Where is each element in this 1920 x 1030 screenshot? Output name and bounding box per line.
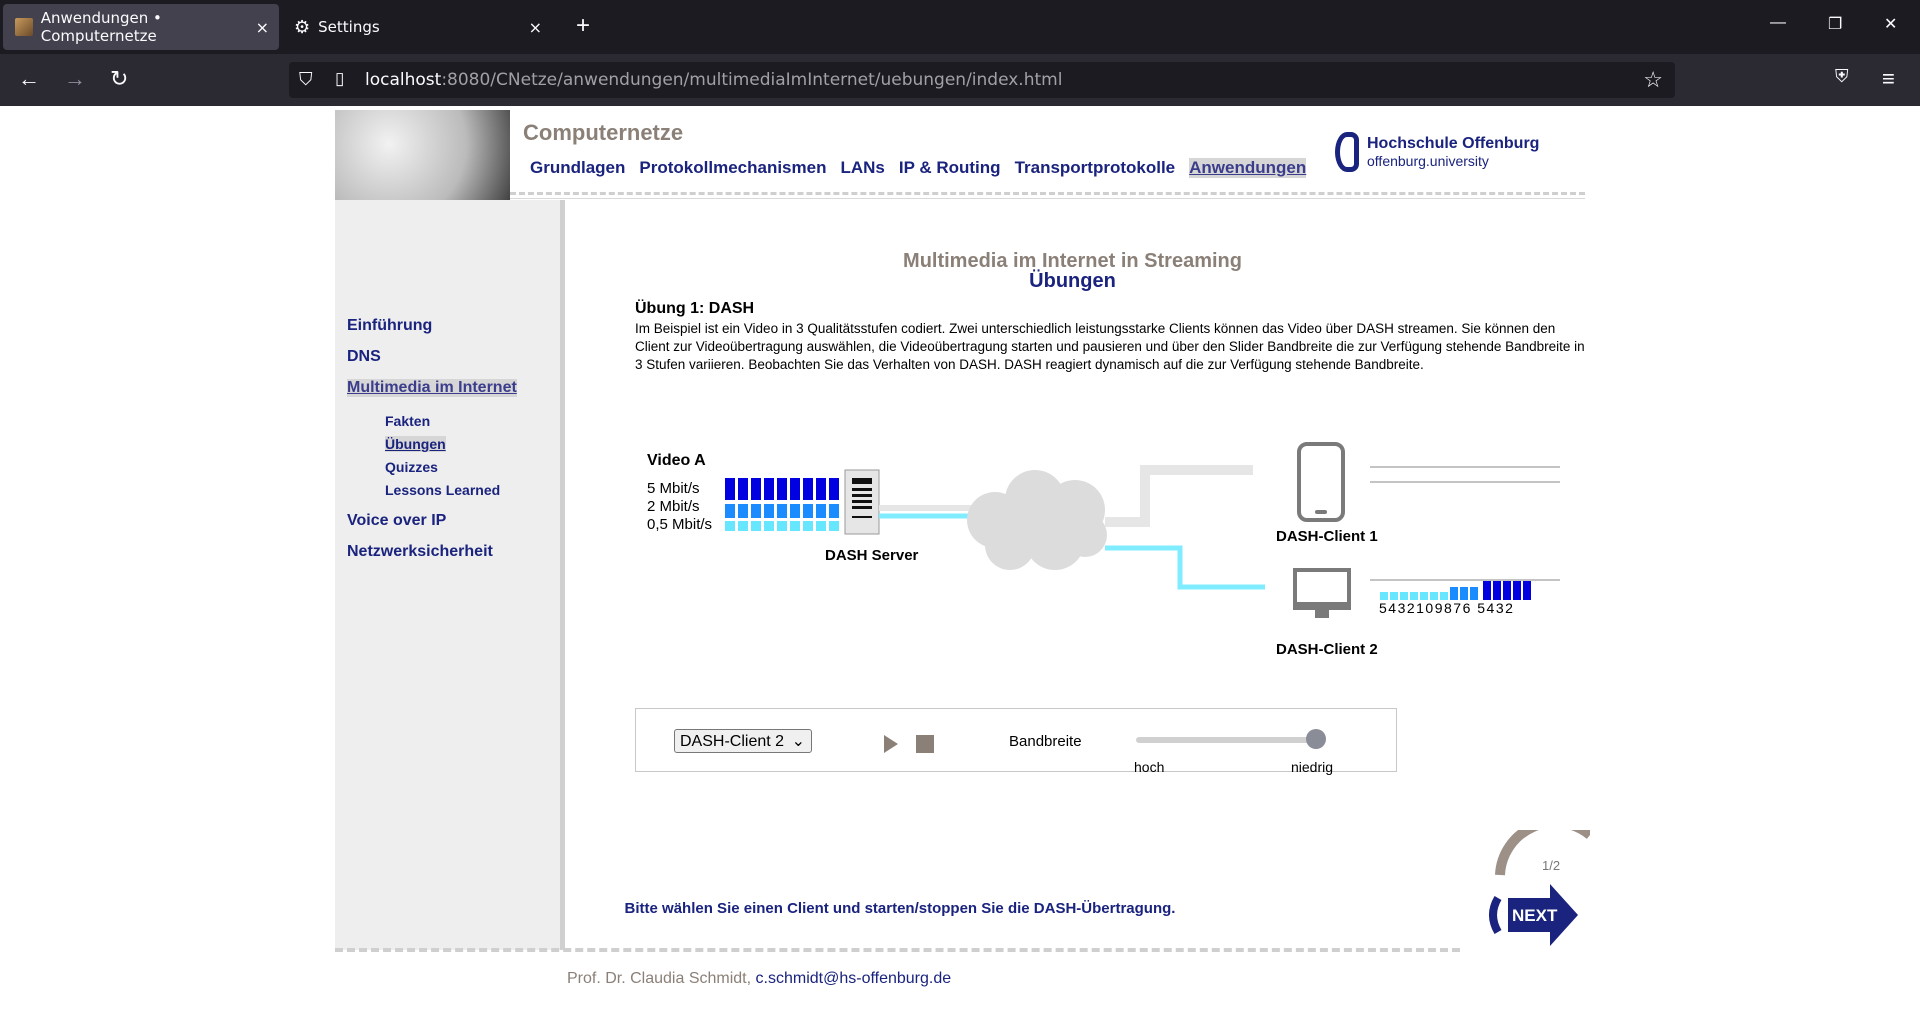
- client2-buffer: [1370, 579, 1560, 600]
- rate-05: 0,5 Mbit/s: [647, 516, 712, 533]
- logo-line1: Hochschule Offenburg: [1367, 135, 1540, 152]
- sidebar-item-multimedia[interactable]: Multimedia im Internet: [347, 379, 517, 397]
- client-select[interactable]: DASH-Client 2 ⌄: [674, 729, 812, 753]
- sidebar-item-dns[interactable]: DNS: [347, 348, 381, 366]
- bookmark-star-icon[interactable]: ☆: [1643, 67, 1663, 93]
- slider-label-hoch: hoch: [1134, 759, 1165, 775]
- sidebar-subitem-uebungen[interactable]: Übungen: [385, 436, 446, 452]
- rate-5: 5 Mbit/s: [647, 480, 700, 497]
- tab-close-icon[interactable]: ×: [256, 18, 269, 37]
- sidebar-subitem-quizzes[interactable]: Quizzes: [385, 459, 438, 475]
- header-divider-thin: [510, 198, 1585, 199]
- site-title: Computernetze: [523, 120, 684, 145]
- url-path: :8080/CNetze/anwendungen/multimediaImInt…: [441, 70, 1063, 90]
- stop-icon[interactable]: [916, 735, 934, 753]
- sidebar-border: [560, 200, 565, 950]
- monitor-icon: [1293, 568, 1351, 618]
- nav-ip-routing[interactable]: IP & Routing: [899, 158, 1001, 178]
- sidebar-item-netzwerksicherheit[interactable]: Netzwerksicherheit: [347, 543, 493, 561]
- address-bar[interactable]: ⛉ ▯ localhost:8080/CNetze/anwendungen/mu…: [289, 62, 1675, 98]
- bandwidth-label: Bandbreite: [1009, 733, 1082, 750]
- url-text[interactable]: localhost:8080/CNetze/anwendungen/multim…: [365, 70, 1062, 90]
- slider-label-niedrig: niedrig: [1291, 759, 1334, 775]
- client1-label: DASH-Client 1: [1276, 528, 1378, 545]
- footer: Prof. Dr. Claudia Schmidt, c.schmidt@hs-…: [567, 970, 951, 988]
- server-label: DASH Server: [825, 547, 919, 564]
- footer-divider: [335, 948, 1460, 952]
- cloud-icon: [967, 470, 1107, 570]
- sidebar: [335, 200, 565, 950]
- segments-5mbit: [725, 478, 839, 500]
- footer-email-link[interactable]: c.schmidt@hs-offenburg.de: [756, 970, 952, 987]
- forward-icon[interactable]: →: [64, 66, 86, 92]
- restore-icon[interactable]: ❐: [1828, 14, 1842, 34]
- close-window-icon[interactable]: ✕: [1884, 14, 1897, 34]
- university-logo[interactable]: Hochschule Offenburg offenburg.universit…: [1335, 132, 1539, 172]
- dash-diagram: Video A 5 Mbit/s 2 Mbit/s 0,5 Mbit/s DAS…: [647, 442, 1560, 658]
- reload-icon[interactable]: ↻: [110, 66, 128, 92]
- exercise-title: Übung 1: DASH: [635, 300, 755, 317]
- nav-grundlagen[interactable]: Grundlagen: [530, 158, 625, 178]
- nav-lans[interactable]: LANs: [840, 158, 884, 178]
- back-icon[interactable]: ←: [18, 66, 40, 92]
- shield-icon[interactable]: ⛉: [299, 69, 313, 90]
- segments-2mbit: [725, 504, 839, 518]
- tab-anwendungen[interactable]: Anwendungen • Computernetze ×: [3, 4, 279, 50]
- next-label: NEXT: [1512, 906, 1558, 925]
- new-tab-icon[interactable]: +: [576, 12, 590, 40]
- phone-icon: [1297, 442, 1345, 522]
- pocket-icon[interactable]: ⛨: [1835, 66, 1849, 87]
- url-host: localhost: [365, 70, 442, 90]
- segments-05mbit: [725, 521, 839, 531]
- next-button[interactable]: 1/2 NEXT: [1480, 830, 1590, 950]
- hs-logo-mark-icon: [1335, 132, 1359, 172]
- sidebar-item-einfuehrung[interactable]: Einführung: [347, 317, 432, 335]
- page-indicator: 1/2: [1542, 858, 1560, 873]
- video-label: Video A: [647, 452, 706, 469]
- sidebar-subitem-fakten[interactable]: Fakten: [385, 413, 430, 429]
- buffer-numbers: 5432109876 5432: [1379, 600, 1514, 616]
- bandwidth-slider-thumb[interactable]: [1306, 729, 1326, 749]
- chevron-down-icon: ⌄: [791, 733, 805, 750]
- client-select-value: DASH-Client 2: [680, 733, 785, 750]
- site-favicon-icon: [15, 18, 33, 36]
- footer-author: Prof. Dr. Claudia Schmidt,: [567, 970, 752, 987]
- menu-icon[interactable]: ≡: [1882, 66, 1895, 92]
- sidebar-item-voip[interactable]: Voice over IP: [347, 512, 446, 530]
- bandwidth-slider-track[interactable]: [1136, 737, 1314, 743]
- server-icon: [844, 469, 880, 535]
- page-subtitle: Übungen: [1029, 270, 1116, 292]
- page-content: Computernetze Grundlagen Protokollmechan…: [335, 110, 1590, 990]
- page-icon[interactable]: ▯: [335, 69, 344, 89]
- exercise-description: Im Beispiel ist ein Video in 3 Qualitäts…: [635, 321, 1585, 372]
- minimize-icon[interactable]: —: [1770, 14, 1786, 32]
- tab-title: Anwendungen • Computernetze: [40, 9, 162, 45]
- client2-label: DASH-Client 2: [1276, 641, 1378, 658]
- gear-icon: ⚙: [294, 16, 311, 38]
- tab-title: Settings: [318, 18, 380, 36]
- logo-line2: offenburg.university: [1367, 153, 1489, 169]
- top-navigation: Grundlagen Protokollmechanismen LANs IP …: [530, 158, 1307, 178]
- nav-anwendungen[interactable]: Anwendungen: [1189, 158, 1307, 178]
- header-divider: [510, 192, 1585, 195]
- rate-2: 2 Mbit/s: [647, 498, 700, 515]
- browser-tabbar: Anwendungen • Computernetze × ⚙ Settings…: [0, 0, 1920, 54]
- tab-close-icon[interactable]: ×: [529, 18, 542, 37]
- control-panel: DASH-Client 2 ⌄ Bandbreite hoch niedrig: [635, 708, 1397, 775]
- play-icon[interactable]: [884, 735, 898, 753]
- tab-settings[interactable]: ⚙ Settings ×: [282, 4, 552, 50]
- instruction-note: Bitte wählen Sie einen Client und starte…: [624, 900, 1176, 917]
- sidebar-subitem-lessons-learned[interactable]: Lessons Learned: [385, 482, 500, 498]
- browser-navbar: ← → ↻ ⛉ ▯ localhost:8080/CNetze/anwendun…: [0, 54, 1920, 106]
- nav-protokollmechanismen[interactable]: Protokollmechanismen: [639, 158, 826, 178]
- nav-transportprotokolle[interactable]: Transportprotokolle: [1015, 158, 1176, 178]
